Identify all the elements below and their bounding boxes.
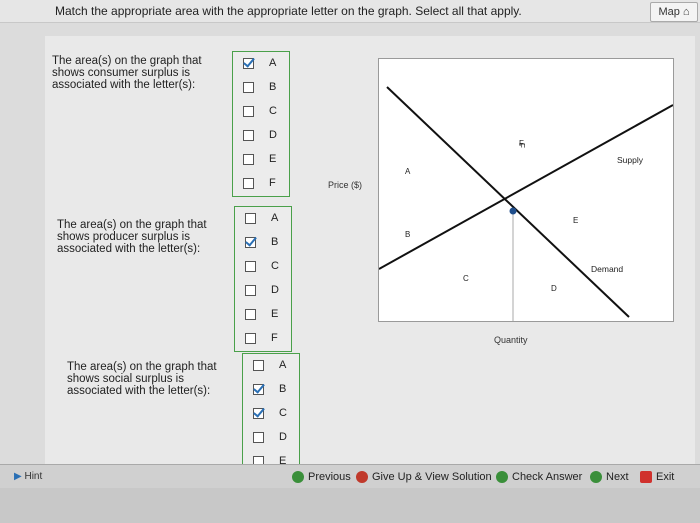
- options-consumer-surplus: ABCDEF: [232, 51, 290, 197]
- option-a[interactable]: A: [235, 207, 291, 231]
- option-e[interactable]: E: [235, 303, 291, 327]
- supply-demand-graph: F A B C D E F Supply Demand: [378, 58, 674, 322]
- checkbox[interactable]: [243, 82, 254, 93]
- option-label: C: [271, 260, 279, 272]
- question-social-surplus: The area(s) on the graph that shows soci…: [67, 361, 217, 397]
- option-f[interactable]: F: [235, 327, 291, 351]
- map-icon: ⌂: [682, 6, 690, 18]
- option-a[interactable]: A: [243, 354, 299, 378]
- option-b[interactable]: B: [235, 231, 291, 255]
- question-producer-surplus: The area(s) on the graph that shows prod…: [57, 219, 207, 255]
- previous-label: Previous: [308, 471, 351, 483]
- checkbox[interactable]: [245, 333, 256, 344]
- option-label: A: [269, 57, 277, 69]
- option-label: B: [271, 236, 279, 248]
- option-label: D: [279, 431, 287, 443]
- option-label: C: [269, 105, 277, 117]
- checkbox[interactable]: [245, 213, 256, 224]
- option-label: F: [269, 177, 276, 189]
- option-a[interactable]: A: [233, 52, 289, 76]
- supply-label: Supply: [617, 155, 644, 165]
- area-label-c: C: [463, 274, 469, 283]
- footer-area: [0, 488, 700, 523]
- checkbox[interactable]: [243, 130, 254, 141]
- hint-arrow-icon: ▶: [14, 471, 22, 482]
- area-label-a: A: [405, 167, 411, 176]
- next-label: Next: [606, 471, 629, 483]
- checkbox[interactable]: [243, 178, 254, 189]
- hint-label: Hint: [24, 471, 43, 482]
- option-label: E: [269, 153, 277, 165]
- option-label: B: [269, 81, 277, 93]
- bottom-nav-bar: ▶ Hint Previous Give Up & View Solution …: [0, 464, 700, 489]
- checkbox[interactable]: [253, 432, 264, 443]
- area-label-d: D: [551, 284, 557, 293]
- option-e[interactable]: E: [243, 450, 299, 464]
- options-social-surplus: ABCDEF: [242, 353, 300, 465]
- hint-toggle[interactable]: ▶ Hint: [14, 471, 42, 482]
- checkbox[interactable]: [253, 360, 264, 371]
- checkbox[interactable]: [253, 408, 264, 419]
- checkbox[interactable]: [243, 154, 254, 165]
- option-label: E: [271, 308, 279, 320]
- checkbox[interactable]: [243, 106, 254, 117]
- give-up-icon: [356, 471, 368, 483]
- check-answer-icon: [496, 471, 508, 483]
- option-label: B: [279, 383, 287, 395]
- equilibrium-point: [509, 207, 517, 215]
- exit-icon: [640, 471, 652, 483]
- option-label: A: [279, 359, 287, 371]
- y-axis-label: Price ($): [328, 180, 363, 190]
- option-c[interactable]: C: [243, 402, 299, 426]
- give-up-button[interactable]: Give Up & View Solution: [354, 469, 492, 485]
- previous-icon: [292, 471, 304, 483]
- give-up-label: Give Up & View Solution: [372, 471, 492, 483]
- option-c[interactable]: C: [235, 255, 291, 279]
- option-c[interactable]: C: [233, 100, 289, 124]
- option-e[interactable]: E: [233, 148, 289, 172]
- check-answer-button[interactable]: Check Answer: [494, 469, 582, 485]
- checkbox[interactable]: [253, 384, 264, 395]
- demand-label: Demand: [591, 264, 623, 274]
- map-label: Map: [658, 6, 680, 18]
- option-label: C: [279, 407, 287, 419]
- supply-curve: [378, 104, 674, 270]
- map-button[interactable]: Map ⌂: [650, 2, 698, 22]
- option-label: F: [271, 332, 278, 344]
- exit-label: Exit: [656, 471, 675, 483]
- option-d[interactable]: D: [243, 426, 299, 450]
- x-axis-label: Quantity: [494, 335, 528, 345]
- checkbox[interactable]: [245, 237, 256, 248]
- instruction-text: Match the appropriate area with the appr…: [55, 4, 522, 18]
- option-d[interactable]: D: [233, 124, 289, 148]
- check-answer-label: Check Answer: [512, 471, 583, 483]
- checkbox[interactable]: [245, 285, 256, 296]
- previous-button[interactable]: Previous: [290, 469, 351, 485]
- next-icon: [590, 471, 602, 483]
- option-b[interactable]: B: [233, 76, 289, 100]
- option-label: D: [271, 284, 279, 296]
- options-producer-surplus: ABCDEF: [234, 206, 292, 352]
- checkbox[interactable]: [245, 309, 256, 320]
- demand-curve: [386, 86, 630, 318]
- area-label-b: B: [405, 230, 410, 239]
- option-f[interactable]: F: [233, 172, 289, 196]
- option-label: D: [269, 129, 277, 141]
- option-label: A: [271, 212, 279, 224]
- question-consumer-surplus: The area(s) on the graph that shows cons…: [52, 55, 202, 91]
- area-label-e: E: [573, 216, 578, 225]
- checkbox[interactable]: [245, 261, 256, 272]
- area-label-f: F: [519, 139, 524, 148]
- exit-button[interactable]: Exit: [638, 469, 674, 485]
- checkbox[interactable]: [243, 58, 254, 69]
- option-b[interactable]: B: [243, 378, 299, 402]
- graph-svg: F A B C D E F Supply Demand: [378, 86, 674, 321]
- next-button[interactable]: Next: [588, 469, 629, 485]
- top-bar: Match the appropriate area with the appr…: [0, 0, 700, 23]
- option-d[interactable]: D: [235, 279, 291, 303]
